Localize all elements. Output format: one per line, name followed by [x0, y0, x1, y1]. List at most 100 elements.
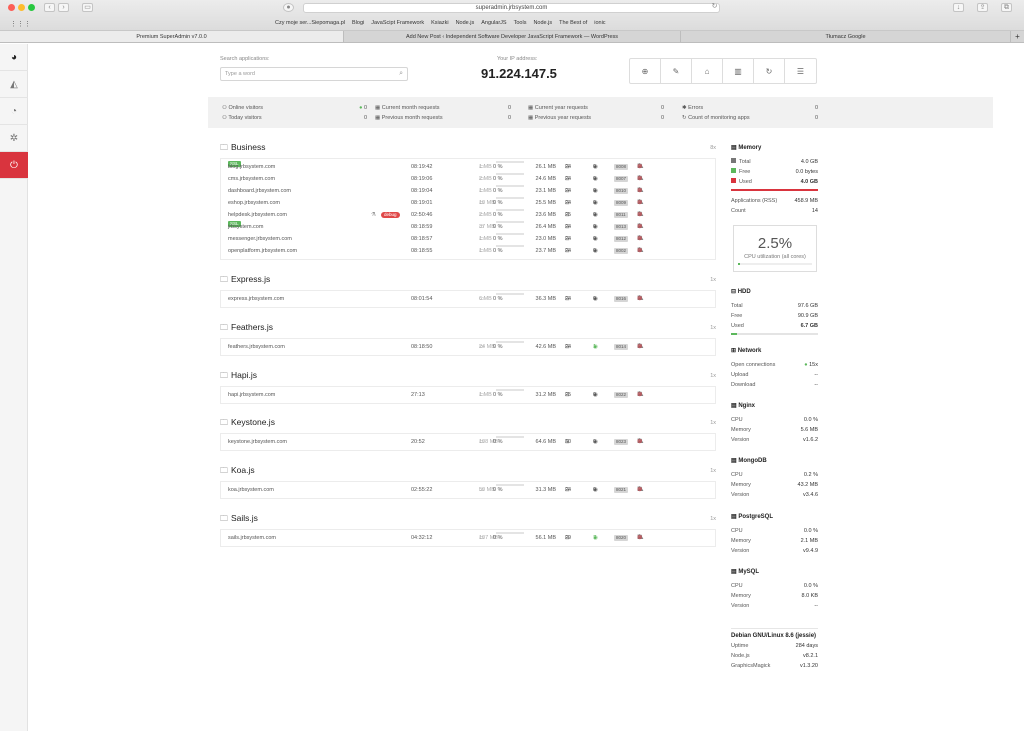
- app-row[interactable]: cms.jrbsystem.com 08:19:06 2 MB ▭ 0 % 24.6 M…: [221, 173, 715, 185]
- apps-grid-icon[interactable]: ⋮⋮⋮: [10, 20, 31, 28]
- cpu-bar: [496, 233, 524, 235]
- close-icon[interactable]: ⊗: [637, 245, 645, 257]
- app-name[interactable]: jrbsystem.com: [228, 221, 263, 233]
- close-icon[interactable]: ⊗: [637, 532, 645, 544]
- bookmark-item[interactable]: JavaScipt Framework: [371, 20, 424, 26]
- app-row[interactable]: express.jrbsystem.com 08:01:54 6 MB ▭ 0 % 36…: [221, 293, 715, 305]
- app-row[interactable]: messenger.jrbsystem.com 08:18:57 1 MB ▭ 0 %…: [221, 233, 715, 245]
- group-header[interactable]: 🗀 Koa.js 1x: [220, 464, 716, 476]
- address-bar[interactable]: superadmin.jrbsystem.com: [303, 3, 720, 13]
- app-name[interactable]: eshop.jrbsystem.com: [228, 197, 280, 209]
- area-chart-icon[interactable]: ◭: [0, 71, 28, 98]
- group-header[interactable]: 🗀 Hapi.js 1x: [220, 369, 716, 381]
- close-icon[interactable]: ⊗: [637, 185, 645, 197]
- app-row[interactable]: eshop.jrbsystem.com 08:19:01 10 MB ▭ 0 % 25.…: [221, 197, 715, 209]
- app-name[interactable]: sails.jrbsystem.com: [228, 532, 276, 544]
- tab-wordpress[interactable]: Add New Post ‹ Independent Software Deve…: [344, 31, 681, 42]
- group-header[interactable]: 🗀 Sails.js 1x: [220, 512, 716, 524]
- bookmark-item[interactable]: Tools: [514, 20, 527, 26]
- zoom-window-button[interactable]: [28, 4, 35, 11]
- app-row[interactable]: koa.jrbsystem.com 02:55:22 50 MB ▭ 0 % 31.3 …: [221, 484, 715, 496]
- app-row[interactable]: SSL blog.jrbsystem.com 08:19:42 1 MB ▭ 0 % 26…: [221, 161, 715, 173]
- close-icon[interactable]: ⊗: [637, 197, 645, 209]
- plugin-icon[interactable]: ✎: [661, 59, 692, 83]
- app-row[interactable]: keystone.jrbsystem.com 20:52 108 MB ▭ 0 % 64…: [221, 436, 715, 448]
- back-button[interactable]: ‹: [44, 3, 55, 12]
- app-name[interactable]: cms.jrbsystem.com: [228, 173, 275, 185]
- toolbar: ⊕ ✎ ⌂ ▥ ↻ ☰: [629, 58, 817, 84]
- app-name[interactable]: express.jrbsystem.com: [228, 293, 284, 305]
- bar-chart-icon[interactable]: ▥: [723, 59, 754, 83]
- app-name[interactable]: feathers.jrbsystem.com: [228, 341, 285, 353]
- server-list-icon[interactable]: ☰: [785, 59, 816, 83]
- power-logout-icon[interactable]: ⏻: [0, 152, 28, 179]
- app-list: express.jrbsystem.com 08:01:54 6 MB ▭ 0 % 36…: [220, 290, 716, 308]
- app-row[interactable]: feathers.jrbsystem.com 08:18:50 24 MB ▭ 0 %…: [221, 341, 715, 353]
- close-window-button[interactable]: [8, 4, 15, 11]
- group-header[interactable]: 🗀 Business 8x: [220, 141, 716, 153]
- app-name[interactable]: dashboard.jrbsystem.com: [228, 185, 291, 197]
- close-icon[interactable]: ⊗: [637, 173, 645, 185]
- group-header[interactable]: 🗀 Feathers.js 1x: [220, 321, 716, 333]
- app-name[interactable]: messenger.jrbsystem.com: [228, 233, 292, 245]
- github-icon[interactable]: ●: [283, 3, 294, 12]
- downloads-icon[interactable]: ↓: [953, 3, 964, 12]
- close-icon[interactable]: ⊗: [637, 341, 645, 353]
- app-row[interactable]: dashboard.jrbsystem.com 08:19:04 1 MB ▭ 0 %…: [221, 185, 715, 197]
- close-icon[interactable]: ⊗: [637, 293, 645, 305]
- globe-icon: ◉: [593, 487, 598, 493]
- bookmark-item[interactable]: Blogi: [352, 20, 364, 26]
- new-tab-button[interactable]: +: [1011, 31, 1024, 42]
- cpu-value: 2.5%: [757, 235, 793, 252]
- close-icon[interactable]: ⊗: [637, 209, 645, 221]
- bookmark-item[interactable]: AngularJS: [481, 20, 506, 26]
- reload-icon[interactable]: ↻: [709, 3, 720, 12]
- bookmark-item[interactable]: Ksiazki: [431, 20, 448, 26]
- close-icon[interactable]: ⊗: [637, 161, 645, 173]
- app-row[interactable]: openplatform.jrbsystem.com 08:18:55 1 MB ▭…: [221, 245, 715, 257]
- app-name[interactable]: koa.jrbsystem.com: [228, 484, 274, 496]
- refresh-icon[interactable]: ↻: [754, 59, 785, 83]
- port-badge: 8010: [614, 188, 629, 194]
- forward-button[interactable]: ›: [58, 3, 69, 12]
- app-name[interactable]: blog.jrbsystem.com: [228, 161, 275, 173]
- bookmark-item[interactable]: Czy moje ser...Siepomaga.pl: [275, 20, 345, 26]
- app-row[interactable]: sails.jrbsystem.com 04:32:12 107 MB ▭ 0 % 56…: [221, 532, 715, 544]
- dashboard-gauge-icon[interactable]: ◕: [0, 44, 28, 71]
- app-name[interactable]: helpdesk.jrbsystem.com: [228, 209, 287, 221]
- bookmark-item[interactable]: The Best of: [559, 20, 587, 26]
- tab-google-translate[interactable]: Tłumacz Google: [681, 31, 1011, 42]
- share-icon[interactable]: ⇪: [977, 3, 988, 12]
- app-row[interactable]: hapi.jrbsystem.com 27:13 1 MB ▭ 0 % 31.2 MB 2…: [221, 389, 715, 401]
- bookmark-item[interactable]: ionic: [594, 20, 605, 26]
- tabs-overview-icon[interactable]: ⧉: [1001, 3, 1012, 12]
- group-header[interactable]: 🗀 Express.js 1x: [220, 273, 716, 285]
- minimize-window-button[interactable]: [18, 4, 25, 11]
- app-name[interactable]: openplatform.jrbsystem.com: [228, 245, 297, 257]
- sidebar-toggle-icon[interactable]: ▭: [82, 3, 93, 12]
- close-icon[interactable]: ⊗: [637, 436, 645, 448]
- bell-icon[interactable]: ◔: [0, 98, 28, 125]
- cpu-bar: [496, 173, 524, 175]
- app-row[interactable]: helpdesk.jrbsystem.com ⚗ debug 02:50:46 2 MB…: [221, 209, 715, 221]
- app-name[interactable]: keystone.jrbsystem.com: [228, 436, 287, 448]
- hdd-icon: ⊟: [565, 164, 570, 170]
- close-icon[interactable]: ⊗: [637, 389, 645, 401]
- bookmark-item[interactable]: Node.js: [533, 20, 552, 26]
- tab-superadmin[interactable]: Premium SuperAdmin v7.0.0: [0, 31, 344, 42]
- app-name[interactable]: hapi.jrbsystem.com: [228, 389, 275, 401]
- add-app-icon[interactable]: ⊕: [630, 59, 661, 83]
- globe-icon: ◉: [593, 212, 598, 218]
- bookmark-item[interactable]: Node.js: [456, 20, 475, 26]
- close-icon[interactable]: ⊗: [637, 221, 645, 233]
- hdd-usage-bar: [731, 333, 818, 335]
- bank-icon[interactable]: ⌂: [692, 59, 723, 83]
- app-list: sails.jrbsystem.com 04:32:12 107 MB ▭ 0 % 56…: [220, 529, 716, 547]
- search-input[interactable]: Type a word ⌕: [220, 67, 408, 81]
- app-row[interactable]: SSL jrbsystem.com 08:18:59 37 MB ▭ 0 % 26.4 M…: [221, 221, 715, 233]
- group-header[interactable]: 🗀 Keystone.js 1x: [220, 416, 716, 428]
- search-icon[interactable]: ⌕: [399, 68, 403, 80]
- close-icon[interactable]: ⊗: [637, 233, 645, 245]
- close-icon[interactable]: ⊗: [637, 484, 645, 496]
- gears-icon[interactable]: ✲: [0, 125, 28, 152]
